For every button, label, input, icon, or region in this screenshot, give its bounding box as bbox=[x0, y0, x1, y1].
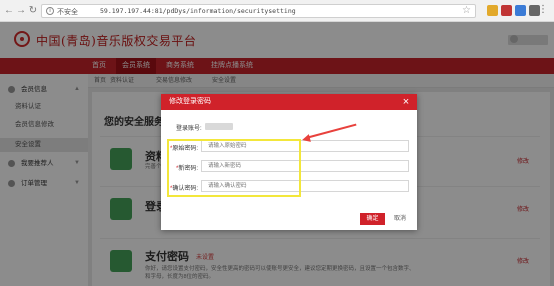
account-value bbox=[205, 123, 233, 130]
browser-toolbar: ← → ↻ i 不安全 59.197.197.44:81/pdDys/infor… bbox=[0, 0, 554, 22]
close-icon[interactable]: × bbox=[399, 95, 413, 109]
extension-icon[interactable] bbox=[515, 5, 526, 16]
reload-icon[interactable]: ↻ bbox=[27, 5, 39, 17]
browser-menu-icon[interactable]: ⋮ bbox=[538, 4, 548, 15]
back-icon[interactable]: ← bbox=[3, 5, 15, 17]
bookmark-star-icon[interactable]: ☆ bbox=[462, 5, 471, 16]
cancel-button[interactable]: 取消 bbox=[390, 213, 410, 225]
forward-icon[interactable]: → bbox=[15, 5, 27, 17]
extension-icon[interactable] bbox=[487, 5, 498, 16]
confirm-button[interactable]: 确定 bbox=[360, 213, 385, 225]
dialog-header: 修改登录密码 × bbox=[161, 94, 417, 110]
account-label: 登录账号: bbox=[176, 126, 202, 132]
address-bar[interactable]: i 不安全 59.197.197.44:81/pdDys/information… bbox=[41, 4, 476, 18]
security-label: 不安全 bbox=[57, 9, 78, 16]
url-text[interactable]: 59.197.197.44:81/pdDys/information/secur… bbox=[100, 7, 296, 15]
dialog-title: 修改登录密码 bbox=[169, 98, 211, 105]
highlight-box bbox=[167, 139, 301, 197]
info-icon[interactable]: i bbox=[46, 7, 54, 15]
extension-icon[interactable] bbox=[501, 5, 512, 16]
